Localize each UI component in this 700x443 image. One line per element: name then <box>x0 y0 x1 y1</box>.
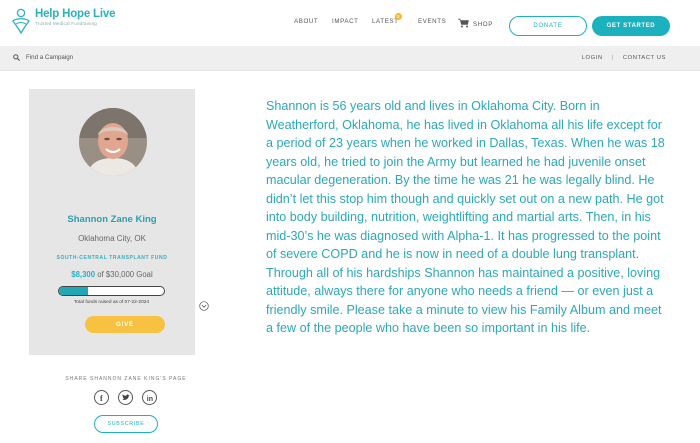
nav-latest-label: LATEST <box>372 17 399 25</box>
campaign-avatar <box>79 108 147 176</box>
find-campaign-link[interactable]: Find a Campaign <box>13 54 73 61</box>
logo-name: Help Hope Live <box>35 8 116 20</box>
amount-raised: $8,300 <box>71 270 96 279</box>
nav-impact[interactable]: IMPACT <box>332 18 359 25</box>
nav-about[interactable]: ABOUT <box>294 18 318 25</box>
site-header: Help Hope Live Trusted Medical Fundraisi… <box>0 0 700 46</box>
campaign-name: Shannon Zane King <box>67 214 157 225</box>
find-campaign-label: Find a Campaign <box>26 54 74 61</box>
share-label: SHARE SHANNON ZANE KING'S PAGE <box>65 376 187 382</box>
give-button[interactable]: GIVE <box>85 316 165 333</box>
sub-navigation-bar: Find a Campaign LOGIN | CONTACT US <box>0 46 700 71</box>
facebook-share-icon[interactable]: f <box>94 390 109 405</box>
svg-text:f: f <box>100 394 103 402</box>
campaign-story: Shannon is 56 years old and lives in Okl… <box>266 99 665 335</box>
progress-bar <box>58 286 165 296</box>
logo-figure-icon <box>12 8 30 34</box>
donate-button[interactable]: DONATE <box>509 16 587 36</box>
shopping-cart-icon <box>458 18 469 28</box>
get-started-button[interactable]: GET STARTED <box>592 16 670 36</box>
nav-events[interactable]: EVENTS <box>418 18 446 25</box>
login-link[interactable]: LOGIN <box>582 55 603 61</box>
goal-amount: of $30,000 Goal <box>97 270 153 279</box>
raised-as-of-date: Total funds raised as of 07-22-2024 <box>73 300 150 305</box>
link-separator: | <box>611 55 614 61</box>
nav-latest[interactable]: LATEST 2 <box>372 12 402 25</box>
nav-shop-label: SHOP <box>473 21 493 28</box>
campaign-card: Shannon Zane King Oklahoma City, OK SOUT… <box>29 89 209 355</box>
logo-tagline: Trusted Medical Fundraising <box>35 21 98 26</box>
twitter-share-icon[interactable] <box>118 390 133 405</box>
fund-name-link[interactable]: SOUTH-CENTRAL TRANSPLANT FUND <box>29 255 195 261</box>
contact-us-link[interactable]: CONTACT US <box>623 55 666 61</box>
svg-text:in: in <box>146 395 152 401</box>
search-icon <box>13 54 20 61</box>
latest-count-badge: 2 <box>395 12 402 20</box>
site-logo[interactable]: Help Hope Live Trusted Medical Fundraisi… <box>10 8 115 34</box>
subscribe-button[interactable]: SUBSCRIBE <box>94 415 158 433</box>
expand-info-icon[interactable] <box>199 301 209 311</box>
fundraising-goal: $8,300 of $30,000 Goal <box>29 270 195 279</box>
campaign-location: Oklahoma City, OK <box>78 234 146 243</box>
linkedin-share-icon[interactable]: in <box>142 390 157 405</box>
progress-bar-fill <box>59 287 89 295</box>
